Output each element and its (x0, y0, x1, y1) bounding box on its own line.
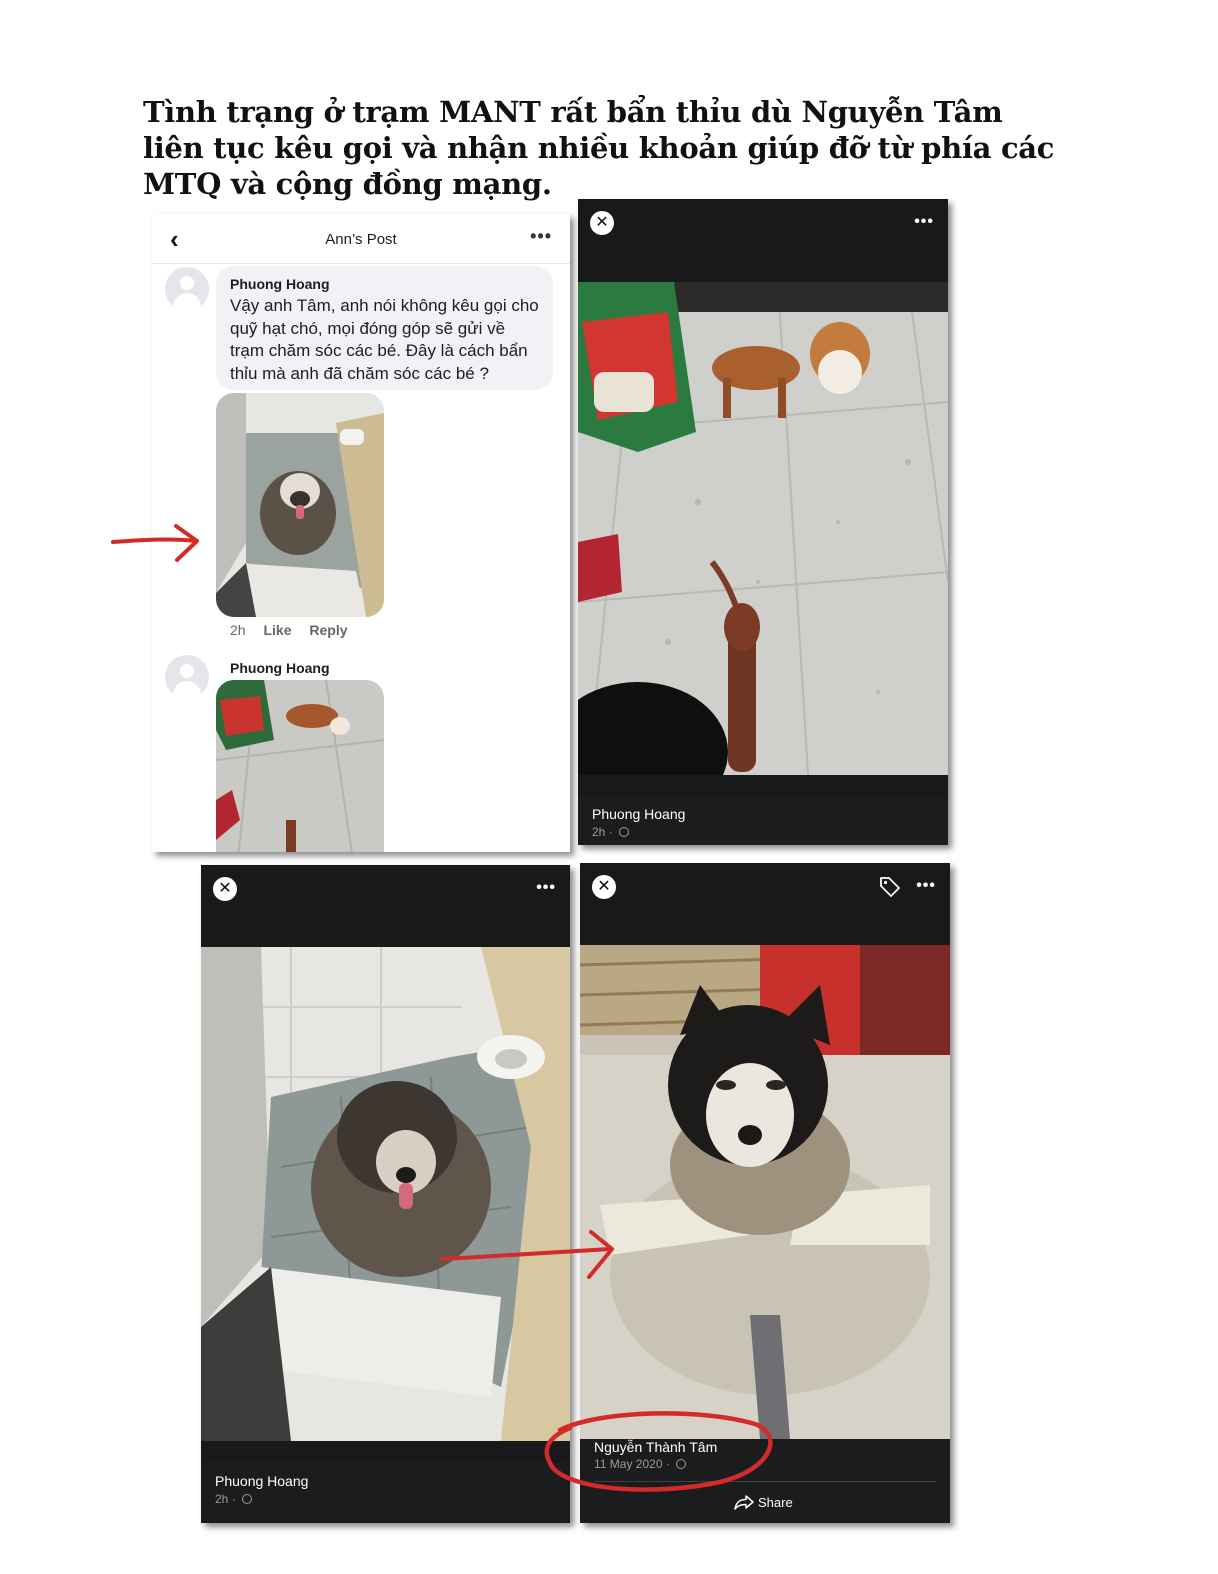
share-button[interactable]: Share (734, 1494, 793, 1510)
more-options-icon[interactable]: ••• (536, 879, 556, 897)
footer-divider (594, 1481, 936, 1482)
comment-time: 2h (230, 622, 246, 638)
reply-button[interactable]: Reply (309, 622, 347, 638)
photo-husky (580, 945, 950, 1439)
photo-meta: 2h · (592, 825, 630, 839)
separator-dot: · (231, 1492, 236, 1506)
comment-author[interactable]: Phuong Hoang (230, 660, 330, 676)
more-options-icon[interactable]: ••• (530, 226, 552, 247)
tag-icon[interactable] (878, 874, 902, 898)
headline: Tình trạng ở trạm MANT rất bẩn thỉu dù N… (143, 95, 1055, 201)
comment-photo-dogs-floor[interactable] (216, 680, 384, 852)
comment-thread-screenshot: ‹ Ann’s Post ••• Phuong Hoang Vậy anh Tâ… (152, 214, 570, 852)
close-icon[interactable]: ✕ (590, 211, 614, 235)
photo-meta: 11 May 2020 · (594, 1457, 687, 1471)
avatar[interactable] (165, 267, 209, 311)
photo-footer: Phuong Hoang 2h · (201, 1462, 570, 1523)
comment-bubble: Phuong Hoang Vậy anh Tâm, anh nói không … (216, 266, 553, 390)
share-label: Share (758, 1495, 793, 1510)
photo-author[interactable]: Nguyễn Thành Tâm (594, 1439, 717, 1455)
avatar[interactable] (165, 655, 209, 699)
close-icon[interactable]: ✕ (213, 877, 237, 901)
more-options-icon[interactable]: ••• (914, 213, 934, 231)
post-title: Ann’s Post (325, 231, 397, 248)
photo-author[interactable]: Phuong Hoang (215, 1473, 308, 1489)
photo-date: 11 May 2020 (594, 1457, 663, 1471)
photo-viewer-husky: ✕ ••• Nguyễn Thành Tâm 11 May 2020 · Sha… (580, 863, 950, 1523)
photo-footer: Phuong Hoang 2h · (578, 796, 948, 845)
photo-dog-bathroom (201, 947, 570, 1441)
globe-icon (242, 1494, 253, 1504)
photo-author[interactable]: Phuong Hoang (592, 806, 685, 822)
separator-dot: · (665, 1457, 670, 1471)
close-icon[interactable]: ✕ (592, 875, 616, 899)
photo-meta: 2h · (215, 1492, 253, 1506)
comment-actions: 2h Like Reply (230, 622, 362, 638)
like-button[interactable]: Like (263, 622, 291, 638)
photo-dogs-floor (578, 282, 948, 775)
photo-time: 2h (215, 1492, 229, 1506)
photo-time: 2h (592, 825, 606, 839)
separator-dot: · (608, 825, 613, 839)
comment-author[interactable]: Phuong Hoang (230, 276, 539, 292)
comment-photo-dog-bathroom[interactable] (216, 393, 384, 617)
photo-footer: Nguyễn Thành Tâm 11 May 2020 · Share (580, 1439, 950, 1523)
photo-viewer-dog-bathroom: ✕ ••• Phuong Hoang 2h · (201, 865, 570, 1523)
post-header: ‹ Ann’s Post ••• (152, 214, 570, 264)
globe-icon (619, 827, 630, 837)
photo-viewer-dogs-floor: ✕ ••• Phuong Hoang 2h · (578, 199, 948, 845)
comment-text: Vậy anh Tâm, anh nói không kêu gọi cho q… (230, 296, 539, 383)
share-icon (734, 1495, 754, 1510)
more-options-icon[interactable]: ••• (916, 877, 936, 895)
globe-icon (676, 1459, 687, 1469)
